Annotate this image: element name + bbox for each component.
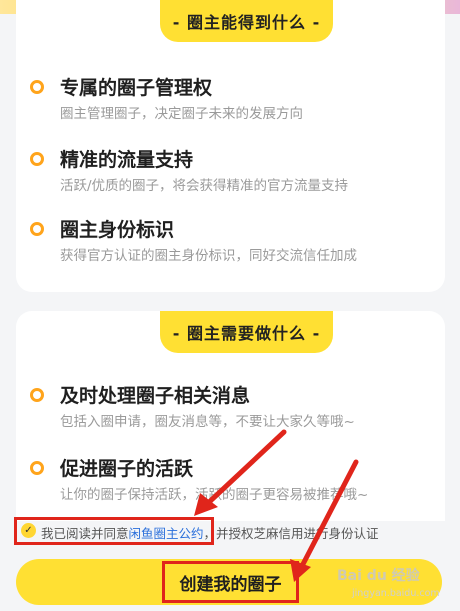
feature-title: 专属的圈子管理权 [60, 77, 213, 99]
feature-title: 精准的流量支持 [60, 149, 194, 171]
feature-title: 及时处理圈子相关消息 [60, 385, 251, 407]
feature-desc: 让你的圈子保持活跃，活跃的圈子更容易被推荐哦~ [60, 487, 369, 503]
watermark-url: jingyan.baidu.com [352, 588, 440, 599]
consent-suffix: ，并授权芝麻信用进行身份认证 [203, 526, 379, 541]
agree-checkbox[interactable]: ✓ [21, 523, 36, 538]
feature-title: 促进圈子的活跃 [60, 458, 194, 480]
create-circle-label[interactable]: 创建我的圈子 [162, 561, 299, 603]
consent-text: 我已阅读并同意闲鱼圈主公约，并授权芝麻信用进行身份认证 [41, 523, 379, 542]
bullet-icon [30, 461, 44, 475]
bullet-icon [30, 388, 44, 402]
bullet-icon [30, 80, 44, 94]
watermark-logo: Bai du 经验 [337, 568, 420, 584]
feature-desc: 获得官方认证的圈主身份标识，同好交流信任加成 [60, 248, 357, 264]
benefits-heading: - 圈主能得到什么 - [160, 0, 333, 42]
bullet-icon [30, 152, 44, 166]
consent-prefix: 我已阅读并同意 [41, 526, 129, 541]
benefits-card: - 圈主能得到什么 - 专属的圈子管理权 圈主管理圈子，决定圈子未来的发展方向 … [16, 0, 445, 292]
check-icon: ✓ [24, 525, 33, 536]
responsibilities-heading: - 圈主需要做什么 - [160, 311, 333, 353]
convention-link[interactable]: 闲鱼圈主公约 [129, 526, 204, 541]
feature-desc: 圈主管理圈子，决定圈子未来的发展方向 [60, 106, 303, 122]
bullet-icon [30, 222, 44, 236]
feature-desc: 活跃/优质的圈子，将会获得精准的官方流量支持 [60, 178, 349, 194]
feature-title: 圈主身份标识 [60, 219, 175, 241]
feature-desc: 包括入圈申请，圈友消息等，不要让大家久等哦~ [60, 414, 355, 430]
responsibilities-card: - 圈主需要做什么 - 及时处理圈子相关消息 包括入圈申请，圈友消息等，不要让大… [16, 311, 445, 521]
